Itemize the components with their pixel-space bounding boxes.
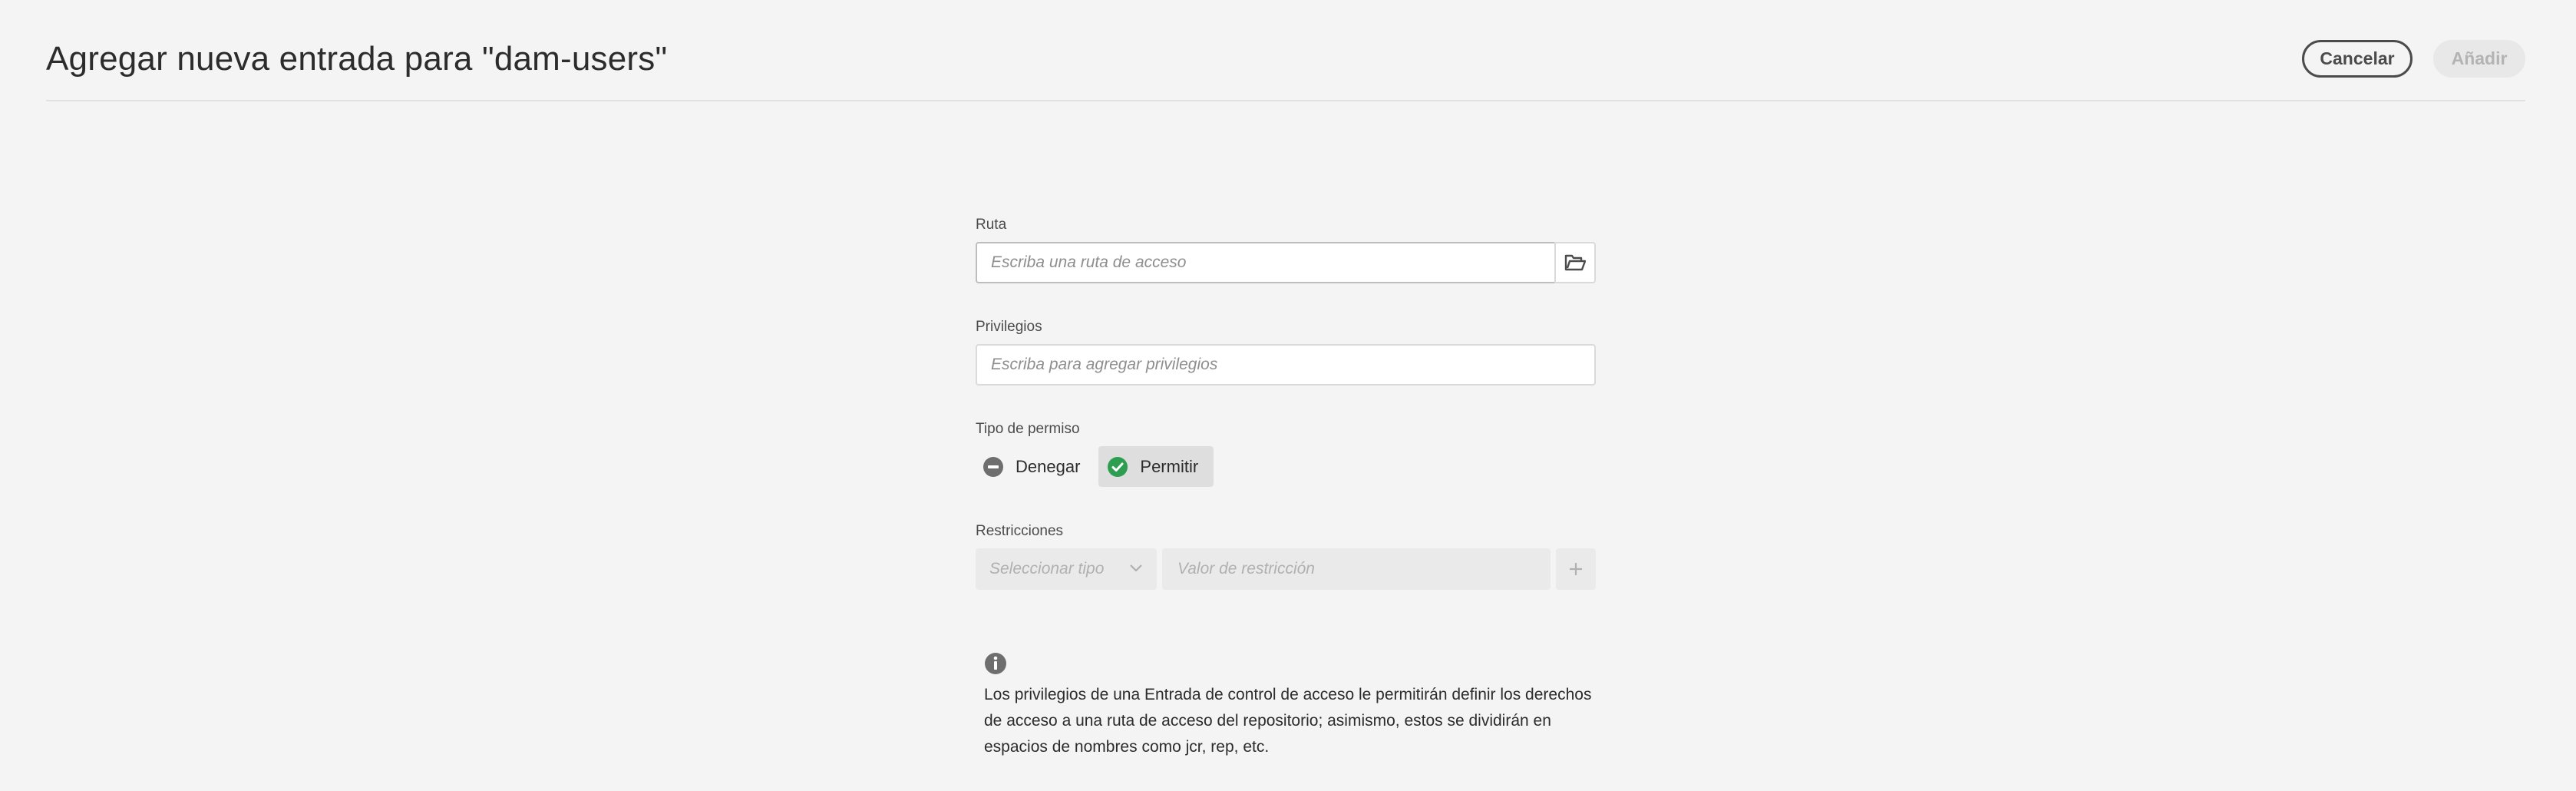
allow-option[interactable]: Permitir <box>1098 446 1214 487</box>
restriction-type-placeholder: Seleccionar tipo <box>989 560 1105 578</box>
restriction-type-select[interactable]: Seleccionar tipo <box>976 548 1157 590</box>
minus-circle-icon <box>983 456 1003 477</box>
privilegios-label: Privilegios <box>976 319 1042 335</box>
permission-type-group: Denegar Permitir <box>976 446 1214 487</box>
plus-icon <box>1570 563 1582 575</box>
deny-label: Denegar <box>1016 456 1081 476</box>
page-title: Agregar nueva entrada para "dam-users" <box>46 40 668 78</box>
page-header: Agregar nueva entrada para "dam-users" C… <box>46 0 2525 101</box>
path-input[interactable] <box>976 242 1556 283</box>
permission-type-label: Tipo de permiso <box>976 421 1080 437</box>
privileges-input[interactable] <box>976 344 1596 386</box>
check-circle-icon <box>1108 456 1128 477</box>
restriction-value-input[interactable]: Valor de restricción <box>1162 548 1551 590</box>
info-icon <box>985 653 1006 674</box>
browse-path-button[interactable] <box>1554 242 1596 283</box>
add-restriction-button[interactable] <box>1556 548 1596 590</box>
chevron-down-icon <box>1130 564 1142 572</box>
allow-label: Permitir <box>1140 456 1199 476</box>
page: Agregar nueva entrada para "dam-users" C… <box>0 0 2576 791</box>
restriction-value-placeholder: Valor de restricción <box>1177 560 1315 578</box>
ruta-label: Ruta <box>976 217 1007 233</box>
folder-icon <box>1564 254 1586 271</box>
add-button[interactable]: Añadir <box>2433 40 2525 78</box>
info-text: Los privilegios de una Entrada de contro… <box>984 686 1592 756</box>
deny-option[interactable]: Denegar <box>976 446 1091 487</box>
restrictions-label: Restricciones <box>976 523 1064 539</box>
cancel-button[interactable]: Cancelar <box>2302 40 2413 78</box>
